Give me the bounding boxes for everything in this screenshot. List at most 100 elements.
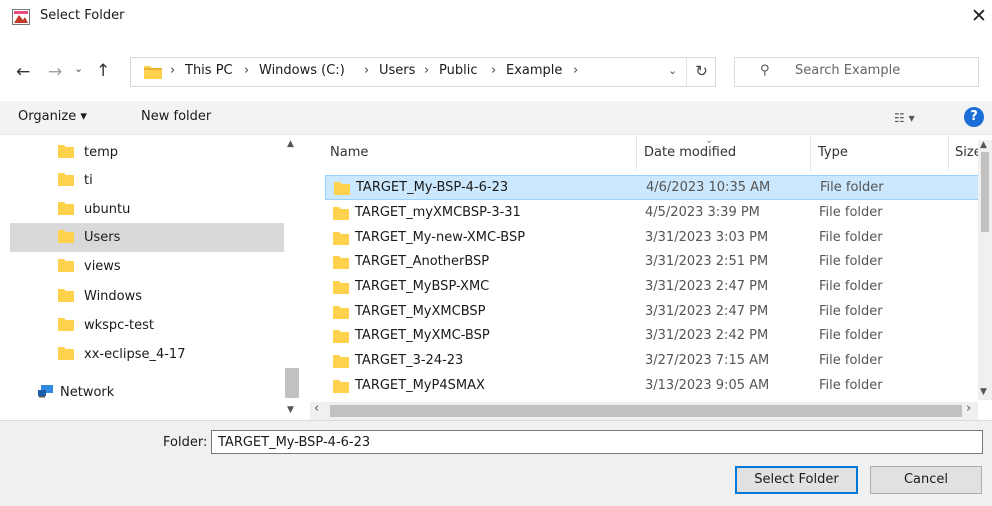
nav-item-views[interactable]: views (50, 252, 284, 281)
nav-item-label: views (84, 259, 121, 274)
table-row[interactable]: TARGET_My-BSP-4-6-23 4/6/2023 10:35 AM F… (325, 175, 983, 200)
row-date: 3/31/2023 2:42 PM (645, 328, 769, 343)
organize-button[interactable]: Organize ▾ (18, 109, 87, 124)
breadcrumb-separator: › (244, 63, 250, 78)
nav-item-label: ubuntu (84, 202, 131, 217)
table-row[interactable]: TARGET_MyXMC-BSP 3/31/2023 2:42 PM File … (325, 324, 983, 349)
vertical-scrollbar-thumb[interactable] (981, 152, 989, 232)
table-row[interactable]: TARGET_My-new-XMC-BSP 3/31/2023 3:03 PM … (325, 226, 983, 251)
row-type: File folder (819, 205, 883, 220)
select-folder-button[interactable]: Select Folder (735, 466, 858, 494)
nav-item-label: Windows (84, 289, 143, 304)
row-date: 3/31/2023 3:03 PM (645, 230, 769, 245)
folder-field[interactable] (211, 430, 983, 454)
row-name: TARGET_myXMCBSP-3-31 (355, 205, 521, 220)
scroll-left-icon[interactable]: ‹ (314, 401, 319, 416)
table-row[interactable]: TARGET_myXMCBSP-3-31 4/5/2023 3:39 PM Fi… (325, 201, 983, 226)
view-options-button[interactable]: ☷ ▾ (894, 111, 915, 125)
new-folder-button[interactable]: New folder (141, 109, 211, 124)
nav-item-label: Network (60, 385, 115, 400)
arrow-right-icon[interactable]: → (48, 62, 62, 82)
column-header-date[interactable]: Date modified (644, 145, 736, 160)
breadcrumb-separator: › (364, 63, 370, 78)
row-date: 3/31/2023 2:51 PM (645, 254, 769, 269)
scroll-up-icon[interactable]: ▲ (980, 140, 987, 150)
breadcrumb-separator: › (573, 63, 579, 78)
row-date: 3/31/2023 2:47 PM (645, 304, 769, 319)
scroll-up-icon[interactable]: ▲ (287, 139, 294, 149)
breadcrumb-public[interactable]: Public (439, 63, 477, 78)
column-divider[interactable] (948, 137, 949, 171)
arrow-up-icon[interactable]: ↑ (96, 61, 110, 81)
folder-icon (334, 182, 350, 195)
search-placeholder: Search Example (795, 63, 901, 78)
chevron-down-icon[interactable]: ⌄ (74, 62, 83, 75)
nav-item-ubuntu[interactable]: ubuntu (50, 195, 284, 224)
search-icon: ⚲ (760, 63, 770, 78)
arrow-left-icon[interactable]: ← (16, 62, 30, 82)
column-header-type[interactable]: Type (818, 145, 848, 160)
row-name: TARGET_My-new-XMC-BSP (355, 230, 526, 245)
nav-item-temp[interactable]: temp (50, 138, 284, 167)
title-bar (0, 0, 992, 34)
folder-icon (58, 289, 74, 302)
breadcrumb-separator: › (491, 63, 497, 78)
row-date: 4/5/2023 3:39 PM (645, 205, 760, 220)
help-icon[interactable]: ? (964, 107, 984, 127)
cancel-button[interactable]: Cancel (870, 466, 982, 494)
nav-item-network[interactable]: Network (30, 378, 264, 407)
nav-item-xx-eclipse[interactable]: xx-eclipse_4-17 (50, 340, 284, 369)
nav-scrollbar-thumb[interactable] (285, 368, 299, 398)
horizontal-scrollbar-thumb[interactable] (330, 405, 962, 417)
nav-item-ti[interactable]: ti (50, 166, 284, 195)
app-icon (12, 9, 30, 25)
folder-icon (333, 207, 349, 220)
column-divider[interactable] (810, 137, 811, 171)
column-divider[interactable] (636, 137, 637, 171)
nav-item-windows[interactable]: Windows (50, 282, 284, 311)
breadcrumb-windows-c[interactable]: Windows (C:) (259, 63, 345, 78)
column-header-size[interactable]: Size (955, 145, 978, 160)
refresh-icon[interactable]: ↻ (686, 57, 716, 87)
scroll-right-icon[interactable]: › (966, 401, 971, 416)
row-type: File folder (819, 378, 883, 393)
row-type: File folder (819, 304, 883, 319)
table-row[interactable]: TARGET_3-24-23 3/27/2023 7:15 AM File fo… (325, 349, 983, 374)
folder-icon (144, 66, 162, 79)
window-title: Select Folder (40, 8, 125, 23)
row-date: 3/27/2023 7:15 AM (645, 353, 770, 368)
nav-item-wkspc-test[interactable]: wkspc-test (50, 311, 284, 340)
breadcrumb-example[interactable]: Example (506, 63, 562, 78)
row-type: File folder (819, 328, 883, 343)
folder-field-label: Folder: (163, 435, 208, 450)
column-header-name[interactable]: Name (330, 145, 368, 160)
table-row[interactable]: TARGET_AnotherBSP 3/31/2023 2:51 PM File… (325, 250, 983, 275)
row-date: 3/13/2023 9:05 AM (645, 378, 770, 393)
row-name: TARGET_MyP4SMAX (355, 378, 485, 393)
chevron-down-icon[interactable]: ⌄ (668, 64, 677, 77)
breadcrumb-this-pc[interactable]: This PC (185, 63, 233, 78)
row-name: TARGET_MyXMCBSP (355, 304, 486, 319)
table-row[interactable]: TARGET_MyP4SMAX 3/13/2023 9:05 AM File f… (325, 374, 983, 399)
table-row[interactable]: TARGET_MyXMCBSP 3/31/2023 2:47 PM File f… (325, 300, 983, 325)
close-icon[interactable]: ✕ (968, 5, 990, 27)
nav-item-label: Users (84, 230, 121, 245)
scroll-down-icon[interactable]: ▼ (287, 405, 294, 415)
nav-item-label: xx-eclipse_4-17 (84, 347, 186, 362)
nav-item-label: wkspc-test (84, 318, 154, 333)
folder-icon (58, 259, 74, 272)
folder-icon (333, 380, 349, 393)
folder-icon (58, 347, 74, 360)
breadcrumb-users[interactable]: Users (379, 63, 415, 78)
table-row[interactable]: TARGET_MyBSP-XMC 3/31/2023 2:47 PM File … (325, 275, 983, 300)
row-type: File folder (820, 180, 884, 195)
scroll-down-icon[interactable]: ▼ (980, 387, 987, 397)
row-type: File folder (819, 353, 883, 368)
nav-item-users[interactable]: Users (10, 223, 284, 252)
folder-icon (58, 173, 74, 186)
row-name: TARGET_AnotherBSP (355, 254, 490, 269)
row-date: 3/31/2023 2:47 PM (645, 279, 769, 294)
folder-icon (333, 355, 349, 368)
nav-item-label: ti (84, 173, 93, 188)
folder-icon (333, 306, 349, 319)
